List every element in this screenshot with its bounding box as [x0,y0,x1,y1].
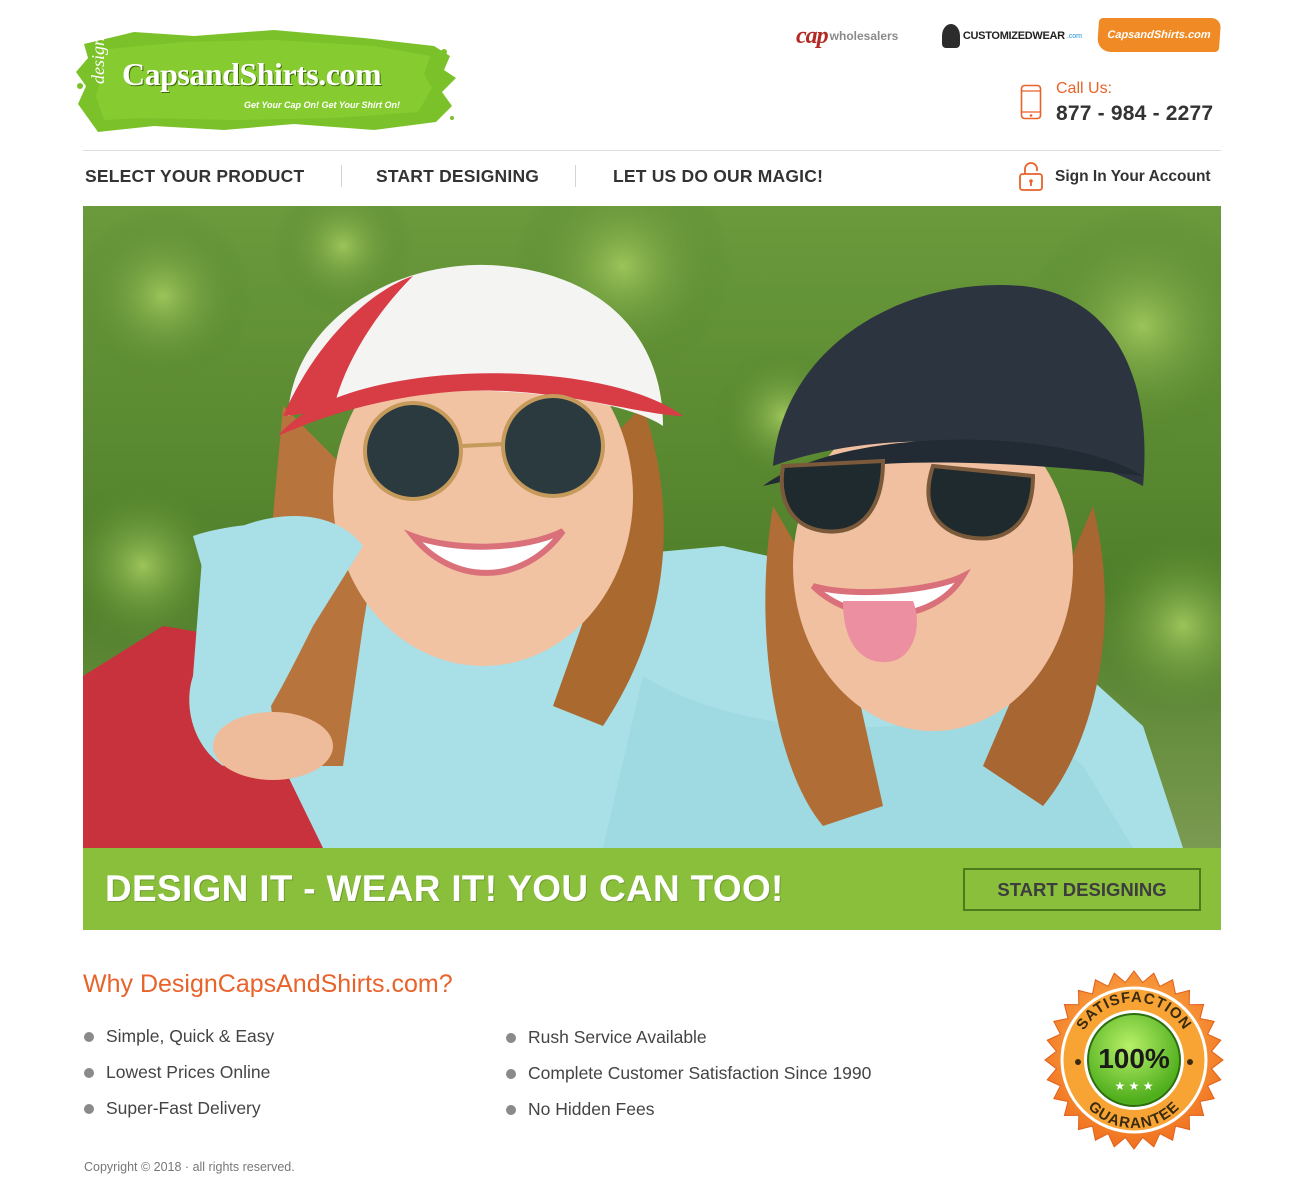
capsandshirts-logo[interactable]: CapsandShirts.com [1096,18,1222,52]
logo-wordmark: CapsandShirts.com [122,56,382,92]
badge-stars-icon: ★ ★ ★ [1115,1079,1154,1093]
feature-item: Rush Service Available [506,1027,707,1048]
call-us-label: Call Us: [1056,80,1113,97]
why-section-title: Why DesignCapsAndShirts.com? [83,970,453,998]
badge-percent-text: 100% [1098,1043,1170,1074]
feature-item: Simple, Quick & Easy [84,1026,274,1047]
bullet-icon [84,1067,94,1078]
lock-icon [1019,162,1043,191]
bullet-icon [506,1104,516,1115]
feature-item: Super-Fast Delivery [84,1098,261,1119]
hero-image [83,206,1221,848]
feature-item: Complete Customer Satisfaction Since 199… [506,1063,871,1084]
feature-text: Complete Customer Satisfaction Since 199… [528,1063,872,1083]
bullet-icon [506,1068,516,1079]
nav-let-us-do-our-magic[interactable]: LET US DO OUR MAGIC! [613,166,823,187]
nav-separator [341,165,342,187]
capsandshirts-logo-text: CapsandShirts.com [1106,29,1212,41]
feature-text: Lowest Prices Online [106,1062,271,1082]
satisfaction-guarantee-badge: SATISFACTION GUARANTEE 100% ★ ★ ★ [1044,970,1224,1150]
feature-text: Super-Fast Delivery [106,1098,261,1118]
feature-item: Lowest Prices Online [84,1062,270,1083]
nav-start-designing[interactable]: START DESIGNING [376,166,539,187]
customizedwear-text: CUSTOMIZEDWEAR [962,30,1065,42]
cap-icon [942,24,960,48]
customizedwear-com-text: .com [1066,32,1082,40]
bullet-icon [84,1031,94,1042]
phone-icon [1020,84,1042,120]
phone-number[interactable]: 877 - 984 - 2277 [1056,102,1213,126]
feature-text: No Hidden Fees [528,1099,655,1119]
customizedwear-logo[interactable]: CUSTOMIZEDWEAR .com [942,18,1082,54]
cap-wholesalers-cap-text: cap [796,22,829,49]
hero-photo-illustration [83,206,1221,848]
logo-design-text: design [88,37,108,84]
sign-in-link[interactable]: Sign In Your Account [1055,168,1211,186]
copyright-text: Copyright © 2018 · all rights reserved. [84,1160,295,1174]
bullet-icon [84,1103,94,1114]
cap-wholesalers-logo[interactable]: cap wholesalers [796,18,916,54]
cap-wholesalers-rest-text: wholesalers [829,29,899,43]
nav-separator [575,165,576,187]
logo-tagline: Get Your Cap On! Get Your Shirt On! [244,100,401,110]
bullet-icon [506,1032,516,1043]
site-logo[interactable]: design CapsandShirts.com Get Your Cap On… [74,26,458,134]
start-designing-button[interactable]: START DESIGNING [963,868,1201,911]
feature-text: Simple, Quick & Easy [106,1026,275,1046]
feature-text: Rush Service Available [528,1027,707,1047]
nav-select-your-product[interactable]: SELECT YOUR PRODUCT [85,166,304,187]
banner-headline: DESIGN IT - WEAR IT! YOU CAN TOO! [105,868,784,909]
header-divider [83,150,1221,151]
hero-banner: DESIGN IT - WEAR IT! YOU CAN TOO! START … [83,848,1221,930]
feature-item: No Hidden Fees [506,1099,654,1120]
